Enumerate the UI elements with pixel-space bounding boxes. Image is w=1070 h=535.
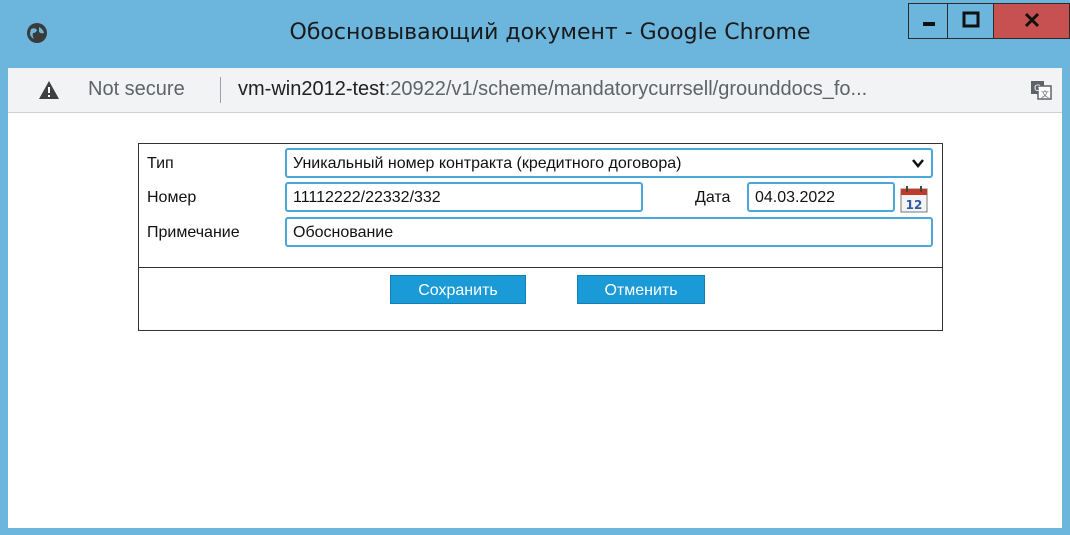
calendar-icon[interactable]: 12 [899,184,929,214]
note-input[interactable]: Обоснование [285,217,933,247]
security-status[interactable]: Not secure [88,78,185,101]
svg-text:G: G [1034,84,1041,94]
minimize-button[interactable] [908,3,948,39]
close-icon [1024,12,1040,28]
cancel-button[interactable]: Отменить [577,275,705,304]
window-bottom-border [0,528,1070,535]
url-text[interactable]: vm-win2012-test:20922/v1/scheme/mandator… [238,78,867,101]
url-host: vm-win2012-test [238,78,385,100]
close-button[interactable] [994,3,1070,39]
type-label: Тип [147,155,174,172]
type-select-value: Уникальный номер контракта (кредитного д… [293,155,682,172]
form-divider [139,267,942,268]
maximize-icon [962,11,980,28]
browser-window: Обосновывающий документ - Google Chrome … [0,0,1070,535]
type-select[interactable]: Уникальный номер контракта (кредитного д… [285,148,933,178]
url-path: :20922/v1/scheme/mandatorycurrsell/groun… [384,78,868,100]
minimize-icon [923,22,935,26]
window-title-text: Обосновывающий документ - Google Chrome [289,20,811,45]
title-bar: Обосновывающий документ - Google Chrome [0,0,1070,68]
warning-icon[interactable] [38,80,60,100]
ground-doc-form: Тип Уникальный номер контракта (кредитно… [138,143,943,331]
chevron-down-icon [912,159,924,168]
note-input-value: Обоснование [293,224,394,241]
number-input[interactable]: 11112222/22332/332 [285,182,643,212]
note-label: Примечание [147,224,240,241]
date-input-value: 04.03.2022 [755,189,836,206]
number-label: Номер [147,189,197,206]
date-input[interactable]: 04.03.2022 [747,182,895,212]
date-label: Дата [695,189,731,206]
svg-text:文: 文 [1041,89,1049,99]
number-input-value: 11112222/22332/332 [293,189,441,206]
address-bar[interactable]: Not secure vm-win2012-test:20922/v1/sche… [8,68,1062,113]
svg-text:12: 12 [906,198,923,212]
maximize-button[interactable] [948,3,994,39]
translate-icon[interactable]: G 文 [1030,80,1052,100]
address-separator [220,77,221,103]
page-content: Тип Уникальный номер контракта (кредитно… [8,113,1062,528]
save-button[interactable]: Сохранить [390,275,526,304]
